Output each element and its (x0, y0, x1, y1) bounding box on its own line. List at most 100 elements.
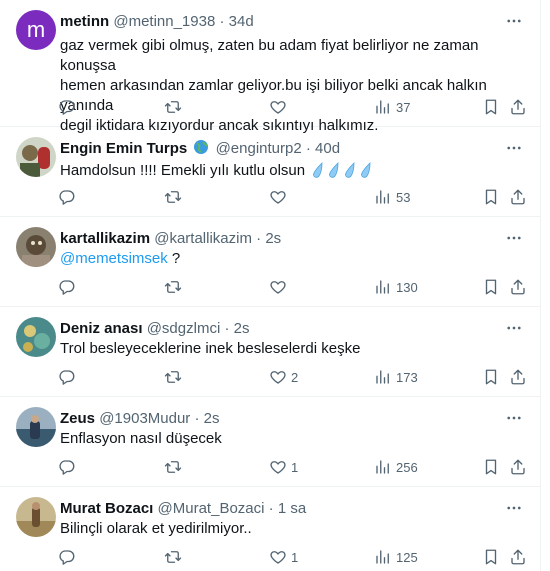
views-button[interactable]: 256 (374, 457, 418, 477)
bookmark-button[interactable] (482, 97, 500, 117)
bookmark-button[interactable] (482, 457, 500, 477)
more-icon[interactable] (505, 319, 523, 337)
tweet-card[interactable]: Murat Bozacı @Murat_Bozaci · 1 sa Bilinç… (0, 487, 541, 571)
like-icon (269, 368, 287, 386)
retweet-button[interactable] (164, 367, 186, 387)
reply-button[interactable] (58, 277, 80, 297)
share-button[interactable] (509, 547, 527, 567)
avatar[interactable] (16, 407, 56, 447)
timestamp[interactable]: 2s (204, 410, 220, 427)
bookmark-button[interactable] (482, 367, 500, 387)
views-button[interactable]: 130 (374, 277, 418, 297)
view-count: 130 (396, 279, 418, 295)
bookmark-button[interactable] (482, 187, 500, 207)
avatar[interactable] (16, 137, 56, 177)
retweet-button[interactable] (164, 457, 186, 477)
share-button[interactable] (509, 457, 527, 477)
reply-icon (58, 548, 76, 566)
user-handle[interactable]: @sdgzlmci (147, 320, 221, 337)
display-name[interactable]: kartallikazim (60, 230, 150, 247)
svg-text:m: m (27, 17, 45, 42)
avatar[interactable] (16, 317, 56, 357)
user-handle[interactable]: @metinn_1938 (113, 13, 215, 30)
display-name[interactable]: metinn (60, 13, 109, 30)
timestamp[interactable]: 1 sa (278, 500, 306, 517)
retweet-button[interactable] (164, 547, 186, 567)
share-button[interactable] (509, 277, 527, 297)
tweet-card[interactable]: Zeus @1903Mudur · 2s Enflasyon nasıl düş… (0, 397, 541, 487)
separator-dot: · (219, 13, 225, 30)
views-icon (374, 548, 392, 566)
reply-button[interactable] (58, 187, 80, 207)
views-button[interactable]: 173 (374, 367, 418, 387)
retweet-button[interactable] (164, 187, 186, 207)
like-count: 1 (291, 549, 299, 565)
reply-button[interactable] (58, 367, 80, 387)
droplet-emoji-icon (327, 162, 341, 178)
tweet-text-content: Trol besleyeceklerine inek besleselerdi … (60, 340, 361, 357)
reply-icon (58, 188, 76, 206)
timestamp[interactable]: 40d (315, 140, 340, 157)
droplet-emoji-icon (311, 162, 325, 178)
like-button[interactable] (269, 187, 291, 207)
droplet-emoji-icon (359, 162, 373, 178)
timestamp[interactable]: 2s (234, 320, 250, 337)
like-button[interactable]: 2 (269, 367, 298, 387)
like-button[interactable]: 1 (269, 547, 298, 567)
tweet-text: gaz vermek gibi olmuş, zaten bu adam fiy… (60, 36, 525, 136)
retweet-button[interactable] (164, 97, 186, 117)
retweet-icon (164, 278, 182, 296)
more-icon[interactable] (505, 409, 523, 427)
reply-button[interactable] (58, 97, 80, 117)
avatar[interactable]: m (16, 10, 56, 50)
views-button[interactable]: 53 (374, 187, 410, 207)
user-handle[interactable]: @kartallikazim (154, 230, 252, 247)
like-button[interactable]: 1 (269, 457, 298, 477)
more-icon[interactable] (505, 12, 523, 30)
action-bar: 130 (52, 277, 537, 297)
tweet-card[interactable]: kartallikazim @kartallikazim · 2s @memet… (0, 217, 541, 307)
separator-dot: · (256, 230, 262, 247)
tweet-card[interactable]: Deniz anası @sdgzlmci · 2s Trol besleyec… (0, 307, 541, 397)
avatar[interactable] (16, 497, 56, 537)
retweet-button[interactable] (164, 277, 186, 297)
views-button[interactable]: 37 (374, 97, 410, 117)
timestamp[interactable]: 2s (265, 230, 281, 247)
views-button[interactable]: 125 (374, 547, 418, 567)
avatar[interactable] (16, 227, 56, 267)
user-handle[interactable]: @1903Mudur (99, 410, 190, 427)
action-bar: 1 256 (52, 457, 537, 477)
views-icon (374, 368, 392, 386)
display-name[interactable]: Zeus (60, 410, 95, 427)
like-icon (269, 548, 287, 566)
reply-button[interactable] (58, 457, 80, 477)
tweet-card[interactable]: m metinn @metinn_1938 · 34d gaz vermek g… (0, 0, 541, 134)
tweet-text-content: ? (167, 250, 181, 267)
timestamp[interactable]: 34d (229, 13, 254, 30)
bookmark-button[interactable] (482, 547, 500, 567)
retweet-icon (164, 368, 182, 386)
like-button[interactable] (269, 277, 291, 297)
display-name[interactable]: Engin Emin Turps (60, 140, 187, 157)
reply-feed: m metinn @metinn_1938 · 34d gaz vermek g… (0, 0, 541, 571)
bookmark-button[interactable] (482, 277, 500, 297)
tweet-card[interactable]: Engin Emin Turps @enginturp2 · 40d Hamdo… (0, 127, 541, 217)
like-button[interactable] (269, 97, 291, 117)
display-name[interactable]: Deniz anası (60, 320, 143, 337)
display-name[interactable]: Murat Bozacı (60, 500, 153, 517)
tweet-header: Zeus @1903Mudur · 2s (60, 409, 501, 429)
share-icon (509, 458, 527, 476)
more-icon[interactable] (505, 499, 523, 517)
views-icon (374, 278, 392, 296)
mention-link[interactable]: @memetsimsek (60, 250, 168, 267)
share-button[interactable] (509, 97, 527, 117)
more-icon[interactable] (505, 229, 523, 247)
share-button[interactable] (509, 367, 527, 387)
reply-button[interactable] (58, 547, 80, 567)
bookmark-icon (482, 98, 500, 116)
user-handle[interactable]: @Murat_Bozaci (158, 500, 265, 517)
more-icon[interactable] (505, 139, 523, 157)
share-button[interactable] (509, 187, 527, 207)
user-handle[interactable]: @enginturp2 (216, 140, 302, 157)
retweet-icon (164, 188, 182, 206)
